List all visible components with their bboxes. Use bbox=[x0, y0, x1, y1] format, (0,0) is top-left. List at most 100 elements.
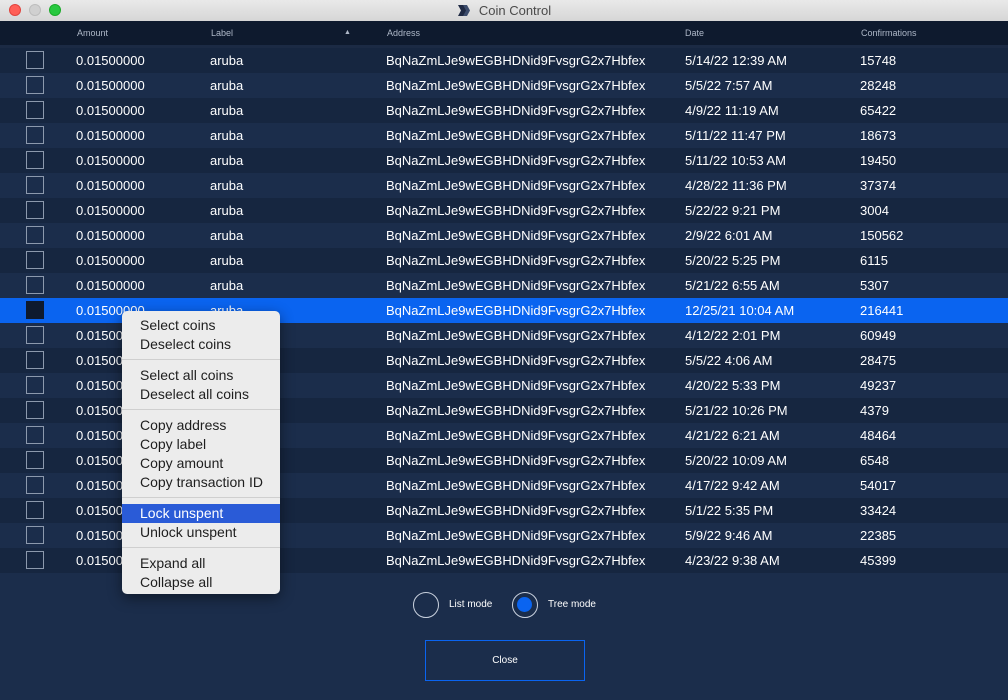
amount-cell: 0.01500 bbox=[76, 403, 123, 418]
menu-item-deselect-coins[interactable]: Deselect coins bbox=[122, 335, 280, 354]
table-row[interactable]: 0.01500000 aruba BqNaZmLJe9wEGBHDNid9Fvsgr… bbox=[0, 198, 1008, 223]
row-checkbox[interactable] bbox=[26, 451, 44, 469]
table-row[interactable]: 0.01500000 aruba BqNaZmLJe9wEGBHDNid9Fvsgr… bbox=[0, 73, 1008, 98]
menu-item-select-coins[interactable]: Select coins bbox=[122, 316, 280, 335]
row-checkbox[interactable] bbox=[26, 201, 44, 219]
amount-cell: 0.01500 bbox=[76, 503, 123, 518]
confirmations-cell: 6548 bbox=[860, 453, 889, 468]
app-logo-icon bbox=[457, 5, 470, 16]
list-mode-radio[interactable] bbox=[413, 592, 439, 618]
column-header-address[interactable]: Address bbox=[387, 21, 420, 45]
label-cell: aruba bbox=[210, 228, 244, 243]
row-checkbox[interactable] bbox=[26, 501, 44, 519]
row-checkbox[interactable] bbox=[26, 276, 44, 294]
confirmations-cell: 5307 bbox=[860, 278, 889, 293]
label-cell: aruba bbox=[210, 128, 244, 143]
date-cell: 5/21/22 6:55 AM bbox=[685, 278, 780, 293]
tree-mode-radio[interactable] bbox=[512, 592, 538, 618]
address-cell: BqNaZmLJe9wEGBHDNid9FvsgrG2x7Hbfex bbox=[386, 428, 646, 443]
list-mode-label: List mode bbox=[449, 599, 493, 610]
address-cell: BqNaZmLJe9wEGBHDNid9FvsgrG2x7Hbfex bbox=[386, 228, 646, 243]
confirmations-cell: 3004 bbox=[860, 203, 889, 218]
confirmations-cell: 54017 bbox=[860, 478, 897, 493]
date-cell: 5/9/22 9:46 AM bbox=[685, 528, 773, 543]
confirmations-cell: 45399 bbox=[860, 553, 897, 568]
address-cell: BqNaZmLJe9wEGBHDNid9FvsgrG2x7Hbfex bbox=[386, 403, 646, 418]
amount-cell: 0.01500 bbox=[76, 378, 123, 393]
row-checkbox[interactable] bbox=[26, 226, 44, 244]
menu-item-unlock-unspent[interactable]: Unlock unspent bbox=[122, 523, 280, 542]
column-header-label[interactable]: Label bbox=[211, 21, 233, 45]
row-checkbox[interactable] bbox=[26, 376, 44, 394]
column-header-date[interactable]: Date bbox=[685, 21, 704, 45]
row-checkbox[interactable] bbox=[26, 476, 44, 494]
row-checkbox[interactable] bbox=[26, 401, 44, 419]
menu-item-deselect-all-coins[interactable]: Deselect all coins bbox=[122, 385, 280, 404]
row-checkbox[interactable] bbox=[26, 526, 44, 544]
table-row[interactable]: 0.01500000 aruba BqNaZmLJe9wEGBHDNid9Fvsgr… bbox=[0, 48, 1008, 73]
row-checkbox[interactable] bbox=[26, 426, 44, 444]
menu-item-copy-transaction-id[interactable]: Copy transaction ID bbox=[122, 473, 280, 492]
label-cell: aruba bbox=[210, 178, 244, 193]
title-bar: Coin Control bbox=[0, 0, 1008, 22]
table-row[interactable]: 0.01500000 aruba BqNaZmLJe9wEGBHDNid9Fvsgr… bbox=[0, 173, 1008, 198]
confirmations-cell: 150562 bbox=[860, 228, 904, 243]
date-cell: 5/11/22 10:53 AM bbox=[685, 153, 786, 168]
label-cell: aruba bbox=[210, 203, 244, 218]
confirmations-cell: 22385 bbox=[860, 528, 897, 543]
table-row[interactable]: 0.01500000 aruba BqNaZmLJe9wEGBHDNid9Fvsgr… bbox=[0, 273, 1008, 298]
date-cell: 5/11/22 11:47 PM bbox=[685, 128, 786, 143]
table-header: Amount Label ▲ Address Date Confirmation… bbox=[0, 21, 1008, 45]
menu-item-copy-address[interactable]: Copy address bbox=[122, 416, 280, 435]
menu-item-expand-all[interactable]: Expand all bbox=[122, 554, 280, 573]
date-cell: 4/17/22 9:42 AM bbox=[685, 478, 780, 493]
label-cell: aruba bbox=[210, 153, 244, 168]
label-cell: aruba bbox=[210, 278, 244, 293]
row-checkbox[interactable] bbox=[26, 301, 44, 319]
amount-cell: 0.01500 bbox=[76, 478, 123, 493]
row-checkbox[interactable] bbox=[26, 351, 44, 369]
table-row[interactable]: 0.01500000 aruba BqNaZmLJe9wEGBHDNid9Fvsgr… bbox=[0, 98, 1008, 123]
label-cell: aruba bbox=[210, 53, 244, 68]
address-cell: BqNaZmLJe9wEGBHDNid9FvsgrG2x7Hbfex bbox=[386, 278, 646, 293]
menu-item-select-all-coins[interactable]: Select all coins bbox=[122, 366, 280, 385]
address-cell: BqNaZmLJe9wEGBHDNid9FvsgrG2x7Hbfex bbox=[386, 53, 646, 68]
amount-cell: 0.01500 bbox=[76, 453, 123, 468]
menu-item-copy-amount[interactable]: Copy amount bbox=[122, 454, 280, 473]
close-button[interactable]: Close bbox=[425, 640, 585, 681]
column-header-amount[interactable]: Amount bbox=[77, 21, 108, 45]
sort-ascending-icon: ▲ bbox=[344, 29, 351, 36]
table-row[interactable]: 0.01500000 aruba BqNaZmLJe9wEGBHDNid9Fvsgr… bbox=[0, 248, 1008, 273]
row-checkbox[interactable] bbox=[26, 176, 44, 194]
confirmations-cell: 4379 bbox=[860, 403, 889, 418]
row-checkbox[interactable] bbox=[26, 76, 44, 94]
table-row[interactable]: 0.01500000 aruba BqNaZmLJe9wEGBHDNid9Fvsgr… bbox=[0, 223, 1008, 248]
row-checkbox[interactable] bbox=[26, 51, 44, 69]
table-row[interactable]: 0.01500000 aruba BqNaZmLJe9wEGBHDNid9Fvsgr… bbox=[0, 123, 1008, 148]
row-checkbox[interactable] bbox=[26, 326, 44, 344]
menu-item-lock-unspent[interactable]: Lock unspent bbox=[122, 504, 280, 523]
menu-item-copy-label[interactable]: Copy label bbox=[122, 435, 280, 454]
amount-cell: 0.01500000 bbox=[76, 128, 145, 143]
window-title: Coin Control bbox=[478, 3, 552, 18]
menu-separator bbox=[122, 547, 280, 548]
date-cell: 5/5/22 4:06 AM bbox=[685, 353, 773, 368]
row-checkbox[interactable] bbox=[26, 151, 44, 169]
confirmations-cell: 60949 bbox=[860, 328, 897, 343]
menu-item-collapse-all[interactable]: Collapse all bbox=[122, 573, 280, 592]
amount-cell: 0.01500 bbox=[76, 553, 123, 568]
row-checkbox[interactable] bbox=[26, 101, 44, 119]
address-cell: BqNaZmLJe9wEGBHDNid9FvsgrG2x7Hbfex bbox=[386, 178, 646, 193]
row-checkbox[interactable] bbox=[26, 126, 44, 144]
amount-cell: 0.01500000 bbox=[76, 278, 145, 293]
row-checkbox[interactable] bbox=[26, 251, 44, 269]
table-row[interactable]: 0.01500000 aruba BqNaZmLJe9wEGBHDNid9Fvsgr… bbox=[0, 148, 1008, 173]
date-cell: 4/28/22 11:36 PM bbox=[685, 178, 787, 193]
amount-cell: 0.01500000 bbox=[76, 53, 145, 68]
label-cell: aruba bbox=[210, 253, 244, 268]
row-checkbox[interactable] bbox=[26, 551, 44, 569]
column-header-confirmations[interactable]: Confirmations bbox=[861, 21, 917, 45]
confirmations-cell: 48464 bbox=[860, 428, 897, 443]
address-cell: BqNaZmLJe9wEGBHDNid9FvsgrG2x7Hbfex bbox=[386, 353, 646, 368]
date-cell: 4/12/22 2:01 PM bbox=[685, 328, 781, 343]
